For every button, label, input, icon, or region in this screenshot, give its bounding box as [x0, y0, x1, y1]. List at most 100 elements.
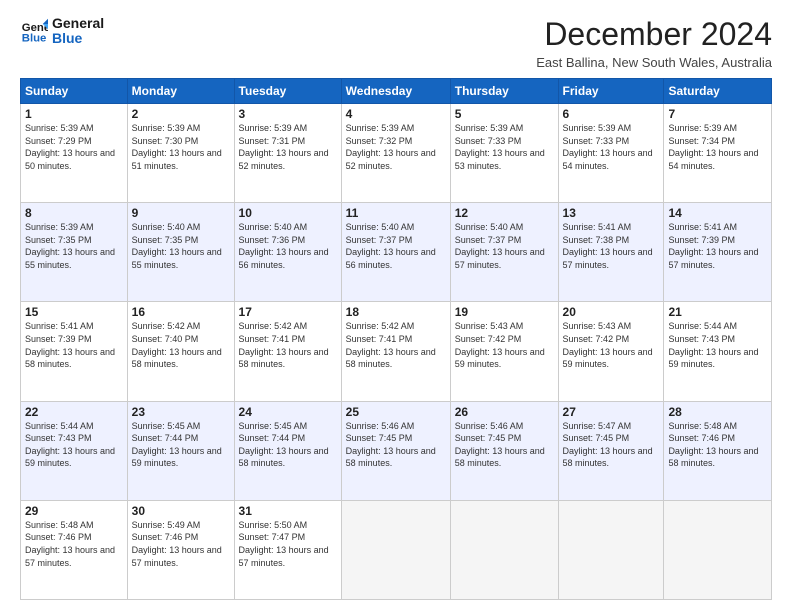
table-row [450, 500, 558, 599]
day-number: 23 [132, 405, 230, 419]
day-number: 7 [668, 107, 767, 121]
table-row: 21 Sunrise: 5:44 AM Sunset: 7:43 PM Dayl… [664, 302, 772, 401]
table-row: 3 Sunrise: 5:39 AM Sunset: 7:31 PM Dayli… [234, 104, 341, 203]
table-row: 9 Sunrise: 5:40 AM Sunset: 7:35 PM Dayli… [127, 203, 234, 302]
day-number: 25 [346, 405, 446, 419]
day-detail: Sunrise: 5:45 AM Sunset: 7:44 PM Dayligh… [132, 420, 230, 470]
table-row: 16 Sunrise: 5:42 AM Sunset: 7:40 PM Dayl… [127, 302, 234, 401]
day-number: 16 [132, 305, 230, 319]
day-detail: Sunrise: 5:39 AM Sunset: 7:29 PM Dayligh… [25, 122, 123, 172]
day-detail: Sunrise: 5:43 AM Sunset: 7:42 PM Dayligh… [455, 320, 554, 370]
day-detail: Sunrise: 5:39 AM Sunset: 7:30 PM Dayligh… [132, 122, 230, 172]
table-row: 29 Sunrise: 5:48 AM Sunset: 7:46 PM Dayl… [21, 500, 128, 599]
day-number: 11 [346, 206, 446, 220]
day-number: 4 [346, 107, 446, 121]
calendar-week-row: 1 Sunrise: 5:39 AM Sunset: 7:29 PM Dayli… [21, 104, 772, 203]
header-saturday: Saturday [664, 79, 772, 104]
day-detail: Sunrise: 5:45 AM Sunset: 7:44 PM Dayligh… [239, 420, 337, 470]
table-row: 20 Sunrise: 5:43 AM Sunset: 7:42 PM Dayl… [558, 302, 664, 401]
svg-text:Blue: Blue [22, 33, 47, 45]
day-detail: Sunrise: 5:50 AM Sunset: 7:47 PM Dayligh… [239, 519, 337, 569]
calendar-week-row: 22 Sunrise: 5:44 AM Sunset: 7:43 PM Dayl… [21, 401, 772, 500]
logo: General Blue General Blue [20, 16, 104, 47]
day-number: 18 [346, 305, 446, 319]
table-row: 26 Sunrise: 5:46 AM Sunset: 7:45 PM Dayl… [450, 401, 558, 500]
day-number: 13 [563, 206, 660, 220]
table-row: 30 Sunrise: 5:49 AM Sunset: 7:46 PM Dayl… [127, 500, 234, 599]
table-row: 22 Sunrise: 5:44 AM Sunset: 7:43 PM Dayl… [21, 401, 128, 500]
day-number: 3 [239, 107, 337, 121]
day-detail: Sunrise: 5:40 AM Sunset: 7:37 PM Dayligh… [346, 221, 446, 271]
table-row: 8 Sunrise: 5:39 AM Sunset: 7:35 PM Dayli… [21, 203, 128, 302]
day-detail: Sunrise: 5:42 AM Sunset: 7:40 PM Dayligh… [132, 320, 230, 370]
header: General Blue General Blue December 2024 … [20, 16, 772, 70]
day-number: 27 [563, 405, 660, 419]
table-row: 5 Sunrise: 5:39 AM Sunset: 7:33 PM Dayli… [450, 104, 558, 203]
table-row [558, 500, 664, 599]
day-number: 17 [239, 305, 337, 319]
day-detail: Sunrise: 5:39 AM Sunset: 7:31 PM Dayligh… [239, 122, 337, 172]
table-row: 7 Sunrise: 5:39 AM Sunset: 7:34 PM Dayli… [664, 104, 772, 203]
day-number: 12 [455, 206, 554, 220]
day-detail: Sunrise: 5:48 AM Sunset: 7:46 PM Dayligh… [25, 519, 123, 569]
day-number: 2 [132, 107, 230, 121]
day-number: 9 [132, 206, 230, 220]
title-block: December 2024 East Ballina, New South Wa… [536, 16, 772, 70]
header-friday: Friday [558, 79, 664, 104]
day-number: 21 [668, 305, 767, 319]
header-monday: Monday [127, 79, 234, 104]
day-number: 30 [132, 504, 230, 518]
table-row: 24 Sunrise: 5:45 AM Sunset: 7:44 PM Dayl… [234, 401, 341, 500]
table-row: 2 Sunrise: 5:39 AM Sunset: 7:30 PM Dayli… [127, 104, 234, 203]
table-row: 25 Sunrise: 5:46 AM Sunset: 7:45 PM Dayl… [341, 401, 450, 500]
table-row: 18 Sunrise: 5:42 AM Sunset: 7:41 PM Dayl… [341, 302, 450, 401]
table-row: 31 Sunrise: 5:50 AM Sunset: 7:47 PM Dayl… [234, 500, 341, 599]
table-row: 27 Sunrise: 5:47 AM Sunset: 7:45 PM Dayl… [558, 401, 664, 500]
calendar-week-row: 29 Sunrise: 5:48 AM Sunset: 7:46 PM Dayl… [21, 500, 772, 599]
day-detail: Sunrise: 5:46 AM Sunset: 7:45 PM Dayligh… [455, 420, 554, 470]
logo-icon: General Blue [20, 17, 48, 45]
header-sunday: Sunday [21, 79, 128, 104]
day-detail: Sunrise: 5:39 AM Sunset: 7:32 PM Dayligh… [346, 122, 446, 172]
day-detail: Sunrise: 5:41 AM Sunset: 7:38 PM Dayligh… [563, 221, 660, 271]
table-row: 28 Sunrise: 5:48 AM Sunset: 7:46 PM Dayl… [664, 401, 772, 500]
day-number: 5 [455, 107, 554, 121]
day-number: 6 [563, 107, 660, 121]
day-detail: Sunrise: 5:39 AM Sunset: 7:33 PM Dayligh… [563, 122, 660, 172]
header-wednesday: Wednesday [341, 79, 450, 104]
day-number: 31 [239, 504, 337, 518]
day-detail: Sunrise: 5:49 AM Sunset: 7:46 PM Dayligh… [132, 519, 230, 569]
day-detail: Sunrise: 5:39 AM Sunset: 7:33 PM Dayligh… [455, 122, 554, 172]
logo-text-blue: Blue [52, 31, 104, 46]
day-detail: Sunrise: 5:48 AM Sunset: 7:46 PM Dayligh… [668, 420, 767, 470]
day-detail: Sunrise: 5:41 AM Sunset: 7:39 PM Dayligh… [668, 221, 767, 271]
calendar-header-row: Sunday Monday Tuesday Wednesday Thursday… [21, 79, 772, 104]
day-detail: Sunrise: 5:44 AM Sunset: 7:43 PM Dayligh… [668, 320, 767, 370]
day-detail: Sunrise: 5:40 AM Sunset: 7:36 PM Dayligh… [239, 221, 337, 271]
page: General Blue General Blue December 2024 … [0, 0, 792, 612]
day-number: 26 [455, 405, 554, 419]
calendar-table: Sunday Monday Tuesday Wednesday Thursday… [20, 78, 772, 600]
table-row: 13 Sunrise: 5:41 AM Sunset: 7:38 PM Dayl… [558, 203, 664, 302]
subtitle: East Ballina, New South Wales, Australia [536, 55, 772, 70]
day-number: 8 [25, 206, 123, 220]
day-number: 14 [668, 206, 767, 220]
table-row: 10 Sunrise: 5:40 AM Sunset: 7:36 PM Dayl… [234, 203, 341, 302]
day-number: 22 [25, 405, 123, 419]
table-row [341, 500, 450, 599]
day-detail: Sunrise: 5:46 AM Sunset: 7:45 PM Dayligh… [346, 420, 446, 470]
day-number: 20 [563, 305, 660, 319]
day-detail: Sunrise: 5:44 AM Sunset: 7:43 PM Dayligh… [25, 420, 123, 470]
calendar-week-row: 8 Sunrise: 5:39 AM Sunset: 7:35 PM Dayli… [21, 203, 772, 302]
day-detail: Sunrise: 5:40 AM Sunset: 7:35 PM Dayligh… [132, 221, 230, 271]
header-thursday: Thursday [450, 79, 558, 104]
day-number: 19 [455, 305, 554, 319]
table-row: 14 Sunrise: 5:41 AM Sunset: 7:39 PM Dayl… [664, 203, 772, 302]
table-row: 19 Sunrise: 5:43 AM Sunset: 7:42 PM Dayl… [450, 302, 558, 401]
day-detail: Sunrise: 5:40 AM Sunset: 7:37 PM Dayligh… [455, 221, 554, 271]
day-detail: Sunrise: 5:47 AM Sunset: 7:45 PM Dayligh… [563, 420, 660, 470]
table-row: 12 Sunrise: 5:40 AM Sunset: 7:37 PM Dayl… [450, 203, 558, 302]
day-number: 10 [239, 206, 337, 220]
day-detail: Sunrise: 5:39 AM Sunset: 7:34 PM Dayligh… [668, 122, 767, 172]
table-row: 4 Sunrise: 5:39 AM Sunset: 7:32 PM Dayli… [341, 104, 450, 203]
